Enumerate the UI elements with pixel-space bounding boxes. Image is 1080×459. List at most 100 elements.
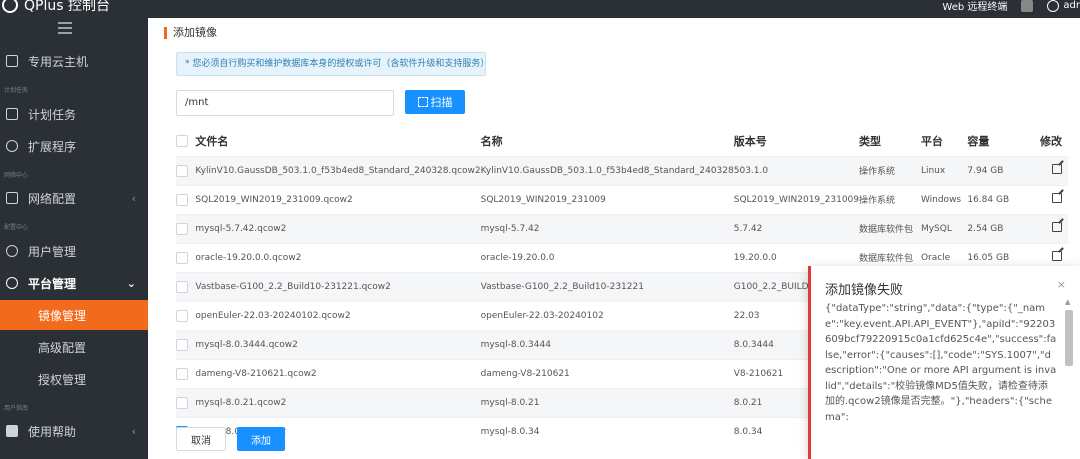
table-row[interactable]: mysql-5.7.42.qcow2 mysql-5.7.42 5.7.42 数据库软… bbox=[176, 213, 1068, 243]
group-label: 计划任务 bbox=[4, 87, 29, 94]
cell-version: SQL2019_WIN2019_231009 bbox=[733, 184, 860, 214]
notification-message: {"dataType":"string","data":{"type":{"_n… bbox=[825, 303, 1057, 423]
row-checkbox[interactable] bbox=[176, 338, 188, 351]
cell-name: KylinV10.GaussDB_503.1.0_f53b4ed8_Standa… bbox=[480, 155, 734, 185]
user-icon bbox=[1047, 0, 1060, 12]
cell-name: oracle-19.20.0.0 bbox=[480, 242, 734, 272]
cell-file: dameng-V8-210621.qcow2 bbox=[195, 358, 481, 388]
column-header: 文件名 bbox=[195, 134, 229, 148]
sidebar-item-extensions[interactable]: 扩展程序 bbox=[0, 131, 148, 161]
cell-type: 操作系统 bbox=[859, 155, 921, 185]
row-checkbox[interactable] bbox=[176, 367, 188, 380]
cell-file: mysql-8.0.21.qcow2 bbox=[195, 387, 481, 417]
sidebar-item-label: 用户管理 bbox=[28, 244, 77, 259]
sidebar-item-platform[interactable]: 平台管理 ⌄ bbox=[0, 268, 148, 298]
select-all-checkbox[interactable] bbox=[176, 135, 188, 148]
error-notification: 添加镜像失败 × {"dataType":"string","data":{"t… bbox=[808, 266, 1080, 459]
row-checkbox[interactable] bbox=[176, 222, 188, 235]
user-icon bbox=[6, 245, 18, 257]
sidebar-item-label: 高级配置 bbox=[38, 340, 87, 355]
license-notice: * 您必须自行购买和维护数据库本身的授权或许可（含软件升级和支持服务） bbox=[176, 52, 489, 76]
column-header: 平台 bbox=[920, 134, 943, 148]
sidebar-item-image-management[interactable]: 镜像管理 bbox=[0, 300, 148, 330]
cell-file: KylinV10.GaussDB_503.1.0_f53b4ed8_Standa… bbox=[195, 155, 481, 185]
cell-platform: MySQL bbox=[920, 213, 968, 243]
scan-button[interactable]: 扫描 bbox=[405, 90, 465, 114]
close-icon[interactable]: × bbox=[1057, 278, 1066, 291]
notification-scrollbar[interactable]: ▲ bbox=[1064, 298, 1074, 459]
edit-icon[interactable] bbox=[1052, 222, 1062, 232]
cell-name: dameng-V8-210621 bbox=[480, 358, 734, 388]
scan-button-label: 扫描 bbox=[430, 96, 453, 109]
sidebar-item-network[interactable]: 网络配置 ‹ bbox=[0, 183, 148, 213]
row-checkbox[interactable] bbox=[176, 280, 188, 293]
page-title: 添加镜像 bbox=[164, 27, 217, 39]
cell-file: oracle-19.20.0.0.qcow2 bbox=[195, 242, 481, 272]
edit-icon[interactable] bbox=[1052, 251, 1062, 261]
column-header: 类型 bbox=[859, 134, 882, 148]
row-checkbox[interactable] bbox=[176, 251, 188, 264]
top-bar: QPlus 控制台 Web 远程终端 adr bbox=[0, 0, 1080, 18]
add-button[interactable]: 添加 bbox=[237, 427, 285, 451]
column-header: 修改 bbox=[1040, 134, 1062, 148]
help-icon[interactable] bbox=[1021, 0, 1034, 12]
cell-name: mysql-8.0.34 bbox=[480, 416, 734, 446]
table-row[interactable]: SQL2019_WIN2019_231009.qcow2 SQL2019_WIN2… bbox=[176, 184, 1068, 214]
cell-file: mysql-8.0.3444.qcow2 bbox=[195, 329, 481, 359]
topbar-actions: Web 远程终端 adr bbox=[942, 0, 1080, 13]
scan-icon bbox=[417, 97, 428, 107]
server-icon bbox=[6, 55, 18, 67]
cell-name: openEuler-22.03-20240102 bbox=[480, 300, 734, 330]
sidebar-item-license[interactable]: 授权管理 bbox=[0, 364, 148, 394]
column-header: 版本号 bbox=[733, 134, 767, 148]
cell-type: 操作系统 bbox=[859, 184, 921, 214]
app-logo[interactable]: QPlus 控制台 bbox=[0, 0, 110, 15]
user-menu[interactable]: adr bbox=[1047, 0, 1080, 12]
row-checkbox[interactable] bbox=[176, 164, 188, 177]
path-input[interactable]: /mnt bbox=[176, 90, 394, 116]
logo-icon bbox=[2, 0, 18, 13]
row-checkbox[interactable] bbox=[176, 309, 188, 322]
cell-name: Vastbase-G100_2.2_Build10-231221 bbox=[480, 271, 734, 301]
table-row[interactable]: KylinV10.GaussDB_503.1.0_f53b4ed8_Standa… bbox=[176, 155, 1068, 185]
notification-title: 添加镜像失败 bbox=[825, 283, 904, 298]
web-terminal-link[interactable]: Web 远程终端 bbox=[942, 0, 1007, 13]
sidebar-item-help[interactable]: 使用帮助 ‹ bbox=[0, 416, 148, 446]
scroll-up-icon[interactable]: ▲ bbox=[1065, 298, 1070, 306]
extension-icon bbox=[6, 140, 18, 152]
scrollbar-thumb[interactable] bbox=[1065, 310, 1073, 366]
cell-version: 5.7.42 bbox=[733, 213, 860, 243]
menu-collapse-icon[interactable] bbox=[58, 22, 78, 36]
sidebar-item-advanced-config[interactable]: 高级配置 bbox=[0, 332, 148, 362]
user-name: adr bbox=[1063, 0, 1080, 11]
group-label: 配置中心 bbox=[4, 224, 29, 231]
cell-name: mysql-8.0.21 bbox=[480, 387, 734, 417]
row-checkbox[interactable] bbox=[176, 396, 188, 409]
row-checkbox[interactable] bbox=[176, 193, 188, 206]
cancel-button[interactable]: 取消 bbox=[176, 427, 226, 451]
cell-size: 7.94 GB bbox=[967, 155, 1029, 185]
cell-file: Vastbase-G100_2.2_Build10-231221.qcow2 bbox=[195, 271, 481, 301]
column-header: 名称 bbox=[480, 134, 503, 148]
edit-icon[interactable] bbox=[1052, 193, 1062, 203]
app-title: QPlus 控制台 bbox=[24, 0, 110, 14]
cell-type: 数据库软件包 bbox=[859, 213, 921, 243]
network-icon bbox=[6, 192, 18, 204]
cell-platform: Windows bbox=[920, 184, 968, 214]
cell-size: 16.84 GB bbox=[967, 184, 1029, 214]
sidebar-item-label: 平台管理 bbox=[28, 276, 77, 291]
table-header-row: 文件名 名称 版本号 类型 平台 容量 修改 bbox=[176, 126, 1068, 156]
sidebar-item-dedicated-host[interactable]: 专用云主机 bbox=[0, 46, 148, 76]
sidebar-item-label: 镜像管理 bbox=[38, 308, 87, 323]
sidebar-item-label: 授权管理 bbox=[38, 372, 87, 387]
sidebar-item-label: 使用帮助 bbox=[28, 424, 77, 439]
help-icon bbox=[6, 425, 18, 437]
sidebar-item-label: 网络配置 bbox=[28, 191, 77, 206]
sidebar-item-scheduled-tasks[interactable]: 计划任务 bbox=[0, 99, 148, 129]
edit-icon[interactable] bbox=[1052, 164, 1062, 174]
sidebar-item-label: 计划任务 bbox=[28, 107, 77, 122]
cell-name: mysql-5.7.42 bbox=[480, 213, 734, 243]
sidebar: 专用云主机 计划任务 计划任务 扩展程序 网络中心 网络配置 ‹ 配置中心 用户… bbox=[0, 18, 148, 459]
sidebar-item-users[interactable]: 用户管理 bbox=[0, 236, 148, 266]
gear-icon bbox=[6, 277, 18, 289]
